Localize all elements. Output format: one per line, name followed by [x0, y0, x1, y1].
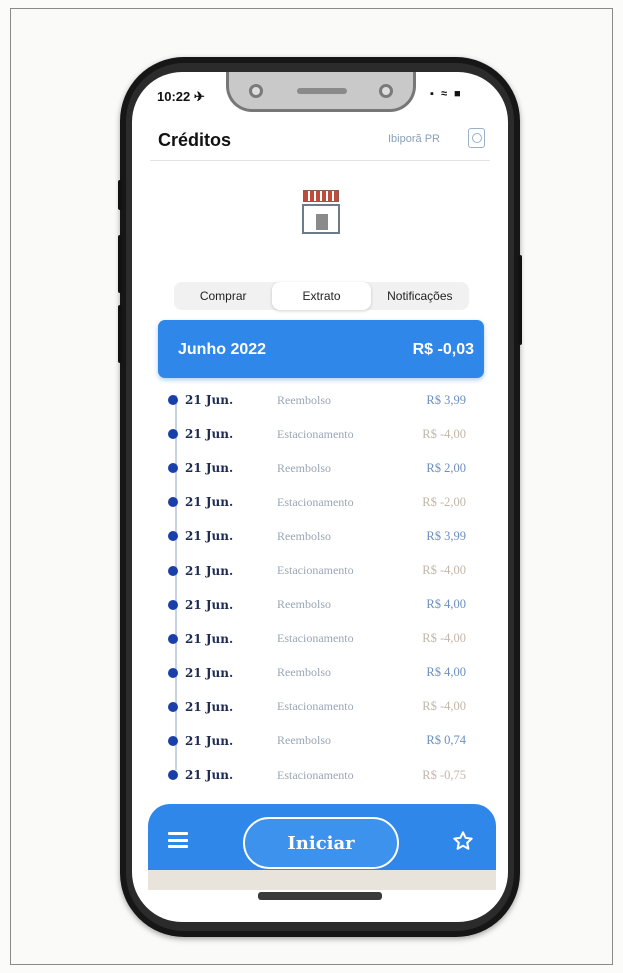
tab-bar: Comprar Extrato Notificações — [174, 282, 469, 310]
camera-icon — [249, 84, 263, 98]
transaction-amount: R$ 3,99 — [426, 528, 466, 543]
tab-extrato[interactable]: Extrato — [272, 282, 371, 310]
timeline-dot — [168, 701, 178, 712]
month-summary[interactable]: Junho 2022 R$ -0,03 — [158, 320, 484, 378]
tab-comprar[interactable]: Comprar — [174, 282, 272, 310]
timeline-dot — [168, 599, 178, 610]
transaction-description: Reembolso — [277, 597, 331, 612]
transaction-row[interactable]: 21 Jun. Estacionamento R$ -0,75 — [168, 758, 484, 792]
transaction-description: Estacionamento — [277, 767, 354, 782]
transaction-row[interactable]: 21 Jun. Reembolso R$ 2,00 — [168, 451, 484, 485]
transaction-amount: R$ 4,00 — [426, 665, 466, 680]
star-icon[interactable] — [452, 830, 474, 852]
header-divider — [150, 160, 490, 161]
status-time: 10:22 ✈ — [157, 89, 205, 104]
timeline-dot — [168, 497, 178, 508]
phone-volume-up — [118, 235, 122, 293]
timeline-dot — [168, 770, 178, 781]
transaction-description: Reembolso — [277, 392, 331, 407]
phone-notch — [226, 72, 416, 112]
transaction-amount: R$ -4,00 — [422, 426, 466, 441]
transaction-date: 21 Jun. — [185, 631, 234, 646]
transaction-row[interactable]: 21 Jun. Reembolso R$ 4,00 — [168, 656, 484, 690]
transaction-amount: R$ -2,00 — [422, 494, 466, 509]
timeline-dot — [168, 395, 178, 406]
location-label[interactable]: Ibiporã PR — [388, 133, 440, 145]
transaction-description: Estacionamento — [277, 631, 354, 646]
transaction-description: Reembolso — [277, 460, 331, 475]
transaction-description: Estacionamento — [277, 426, 354, 441]
timeline-dot — [168, 463, 178, 474]
transaction-amount: R$ -4,00 — [422, 699, 466, 714]
transaction-date: 21 Jun. — [185, 733, 234, 748]
month-label: Junho 2022 — [178, 341, 267, 358]
timeline-dot — [168, 667, 178, 678]
transaction-amount: R$ 3,99 — [426, 392, 466, 407]
timeline-dot — [168, 531, 178, 542]
status-icons: ▪ ≈ ■ — [430, 88, 463, 100]
transaction-description: Estacionamento — [277, 699, 354, 714]
home-indicator — [258, 892, 382, 900]
transaction-row[interactable]: 21 Jun. Estacionamento R$ -4,00 — [168, 553, 484, 587]
phone-silent-switch — [118, 180, 122, 210]
transaction-row[interactable]: 21 Jun. Reembolso R$ 0,74 — [168, 724, 484, 758]
menu-icon[interactable] — [168, 832, 188, 848]
transaction-amount: R$ -4,00 — [422, 563, 466, 578]
timeline-dot — [168, 735, 178, 746]
transaction-date: 21 Jun. — [185, 393, 234, 408]
transaction-row[interactable]: 21 Jun. Reembolso R$ 3,99 — [168, 383, 484, 417]
transaction-date: 21 Jun. — [185, 665, 234, 680]
transaction-description: Reembolso — [277, 733, 331, 748]
transaction-amount: R$ 4,00 — [426, 597, 466, 612]
transaction-row[interactable]: 21 Jun. Reembolso R$ 3,99 — [168, 519, 484, 553]
timeline-dot — [168, 633, 178, 644]
sensor-icon — [379, 84, 393, 98]
transaction-row[interactable]: 21 Jun. Estacionamento R$ -4,00 — [168, 417, 484, 451]
transaction-date: 21 Jun. — [185, 699, 234, 714]
transaction-description: Reembolso — [277, 665, 331, 680]
location-icon[interactable] — [468, 128, 485, 148]
transaction-date: 21 Jun. — [185, 563, 234, 578]
transaction-row[interactable]: 21 Jun. Reembolso R$ 4,00 — [168, 588, 484, 622]
store-icon — [300, 190, 342, 238]
phone-volume-down — [118, 305, 122, 363]
timeline-dot — [168, 429, 178, 440]
transaction-description: Estacionamento — [277, 494, 354, 509]
tab-notificacoes[interactable]: Notificações — [371, 282, 469, 310]
start-button[interactable]: Iniciar — [243, 817, 399, 869]
transaction-description: Estacionamento — [277, 563, 354, 578]
transaction-date: 21 Jun. — [185, 427, 234, 442]
transaction-amount: R$ -4,00 — [422, 631, 466, 646]
transaction-amount: R$ 2,00 — [426, 460, 466, 475]
transaction-row[interactable]: 21 Jun. Estacionamento R$ -4,00 — [168, 622, 484, 656]
transaction-description: Reembolso — [277, 528, 331, 543]
transaction-date: 21 Jun. — [185, 529, 234, 544]
transaction-date: 21 Jun. — [185, 768, 234, 783]
month-total: R$ -0,03 — [412, 341, 474, 358]
transaction-amount: R$ 0,74 — [426, 733, 466, 748]
phone-power-button — [518, 255, 522, 345]
transaction-date: 21 Jun. — [185, 461, 234, 476]
transaction-row[interactable]: 21 Jun. Estacionamento R$ -4,00 — [168, 690, 484, 724]
timeline-dot — [168, 565, 178, 576]
transaction-row[interactable]: 21 Jun. Estacionamento R$ -2,00 — [168, 485, 484, 519]
transaction-amount: R$ -0,75 — [422, 767, 466, 782]
transaction-date: 21 Jun. — [185, 597, 234, 612]
speaker-grille — [297, 88, 347, 94]
transaction-date: 21 Jun. — [185, 495, 234, 510]
transaction-list: 21 Jun. Reembolso R$ 3,99 21 Jun. Estacionam… — [168, 383, 484, 792]
page-title: Créditos — [158, 130, 232, 150]
